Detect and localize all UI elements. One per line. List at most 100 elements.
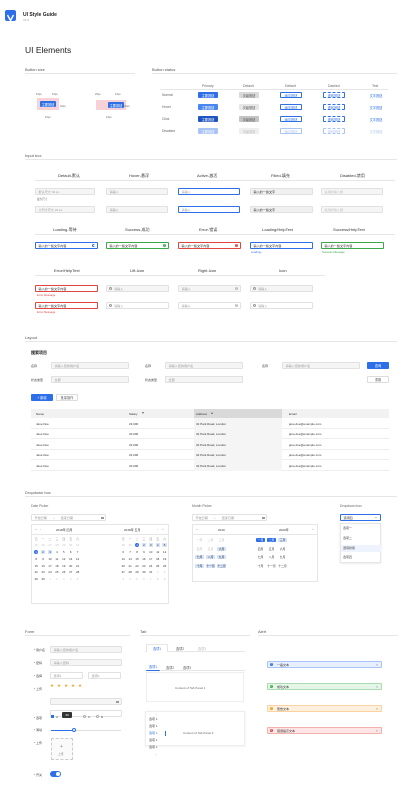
dropdown-option[interactable]: 选项四 (343, 555, 352, 560)
month-cell[interactable]: 五月 (267, 547, 276, 551)
calendar-day[interactable]: 6 (121, 550, 125, 554)
dashed-button-click[interactable]: 虚线按钮 (323, 116, 345, 122)
size-demo-button-1[interactable]: 主要按钮 (40, 101, 56, 107)
month-cell[interactable]: 二月 (267, 538, 276, 542)
calendar-day[interactable]: 12 (162, 550, 166, 554)
month-cell[interactable]: 四月 (195, 547, 204, 551)
month-cell[interactable]: 五月 (206, 547, 215, 551)
calendar-day[interactable]: 28 (55, 543, 59, 547)
month-cell[interactable]: 十二月 (217, 563, 226, 568)
calendar-day[interactable]: 2 (141, 543, 147, 548)
calendar-day[interactable]: 18 (55, 563, 59, 568)
calendar-day[interactable]: 14 (75, 557, 79, 561)
search-name-input-2[interactable]: 请输入您的用户名 (165, 362, 243, 369)
calendar-day[interactable]: 7 (75, 550, 79, 554)
dashed-button-hover[interactable]: 虚线按钮 (323, 104, 345, 110)
input-default-small[interactable]: 小尺寸尺寸 24 px (35, 206, 95, 213)
month-cell[interactable]: 六月 (278, 547, 287, 551)
input-icon[interactable]: 请输入 (250, 285, 313, 292)
th-address[interactable]: Address (196, 412, 207, 416)
calendar-day[interactable]: 16 (41, 563, 45, 568)
radio-c[interactable] (83, 715, 87, 719)
input-loading-help[interactable]: 输入的一些文字内容 (250, 242, 313, 249)
calendar-day[interactable]: 29 (121, 543, 125, 547)
calendar-day[interactable]: 10 (149, 550, 153, 554)
outline-button-click[interactable]: 幽灵按钮 (280, 116, 302, 122)
card-tab-1[interactable]: 选项1 (146, 644, 168, 652)
star-icon[interactable]: ★ (64, 684, 68, 689)
calendar-day[interactable]: 29 (34, 577, 38, 581)
month-cell[interactable]: 十月 (195, 563, 204, 568)
search-button[interactable]: 查询 (367, 362, 389, 369)
calendar-day[interactable]: 29 (62, 543, 66, 547)
month-cell[interactable]: 十二月 (278, 564, 287, 568)
calendar-day[interactable]: 13 (121, 557, 125, 561)
calendar-day[interactable]: 3 (121, 577, 125, 581)
month-cell[interactable]: 九月 (278, 555, 287, 559)
calendar-day[interactable]: 3 (47, 549, 53, 555)
calendar-day[interactable]: 23 (41, 570, 45, 574)
close-icon[interactable]: × (376, 729, 378, 733)
calendar-day[interactable]: 22 (34, 570, 38, 574)
status-select-2[interactable]: 全部 (165, 376, 243, 383)
text-button[interactable]: 文字按钮 (366, 92, 386, 98)
outline-button[interactable]: 幽灵按钮 (280, 92, 302, 98)
batch-button[interactable]: 批量操作 (56, 394, 78, 401)
calendar-day[interactable]: 3 (62, 577, 66, 581)
calendar-day[interactable]: 8 (34, 557, 38, 561)
calendar-day[interactable]: 21 (128, 563, 132, 568)
default-button-hover[interactable]: 次级按钮 (239, 104, 259, 110)
input-filled-small[interactable]: 输入的一些文字 (250, 206, 313, 213)
calendar-day[interactable]: 11 (156, 550, 160, 554)
input-hover[interactable]: 请输入 (106, 188, 168, 195)
calendar-day[interactable]: 9 (41, 557, 45, 561)
input-default[interactable]: 默认尺寸 32 px (35, 188, 95, 195)
reset-button[interactable]: 重置 (367, 376, 389, 383)
month-cell[interactable]: 十月 (256, 564, 265, 568)
month-cell[interactable]: 七月 (256, 555, 265, 559)
calendar-day[interactable]: 9 (142, 550, 146, 554)
input-error-help-2[interactable]: 输入的一些文字内容 (35, 302, 98, 309)
prev-month-icon[interactable]: ‹ (40, 527, 41, 531)
calendar-day[interactable]: 8 (156, 577, 160, 581)
filter-icon[interactable] (142, 412, 144, 414)
chevron-down-icon[interactable]: ⌄ (155, 752, 158, 756)
calendar-day[interactable]: 31 (75, 543, 79, 547)
line-tab-1[interactable]: 选项1 (146, 663, 160, 671)
clear-icon[interactable]: × (235, 304, 238, 307)
th-salary[interactable]: Salary (129, 412, 138, 416)
vtab-item[interactable]: 选项 1 (149, 724, 158, 729)
star-icon[interactable]: ★ (57, 684, 61, 689)
close-icon[interactable]: × (376, 663, 378, 667)
date-range-input[interactable]: 开始日期 ~ 结束日期 (31, 514, 106, 521)
month-cell[interactable]: 三月 (278, 538, 287, 542)
calendar-day[interactable]: 26 (62, 570, 66, 574)
status-select[interactable]: 全部 (51, 376, 129, 383)
calendar-day[interactable]: 4 (155, 543, 160, 548)
calendar-day[interactable]: 6 (69, 550, 73, 554)
calendar-day[interactable]: 10 (48, 557, 52, 561)
calendar-day[interactable]: 25 (55, 570, 59, 574)
calendar-day[interactable]: 20 (69, 563, 73, 568)
search-name-input-3[interactable]: 请输入您的用户名 (282, 362, 360, 369)
size-demo-button-2[interactable]: 主要按钮 (108, 102, 124, 108)
calendar-day[interactable]: 13 (69, 557, 73, 561)
calendar-day[interactable]: 17 (48, 563, 52, 568)
calendar-day[interactable]: 26 (162, 563, 166, 568)
calendar-day[interactable]: 24 (48, 570, 52, 574)
search-name-input[interactable]: 请输入您的用户名 (51, 362, 129, 369)
star-icon[interactable]: ★ (78, 684, 82, 689)
month-cell[interactable]: 九月 (217, 555, 226, 559)
line-tab-2[interactable]: 选项2 (163, 663, 177, 671)
sort-icon[interactable] (211, 412, 213, 414)
primary-button-click[interactable]: 主要按钮 (198, 116, 218, 122)
close-icon[interactable]: × (376, 685, 378, 689)
calendar-day[interactable]: 7 (149, 577, 153, 581)
calendar-day[interactable]: 27 (69, 570, 73, 574)
username-input[interactable]: 请输入您的用户名 (50, 646, 122, 653)
select-2[interactable]: 选项2 (88, 672, 121, 679)
primary-button[interactable]: 主要按钮 (198, 92, 218, 98)
dropdown-option[interactable]: 選項狀態 (343, 546, 355, 551)
calendar-day[interactable]: 27 (48, 543, 52, 547)
calendar-day[interactable]: 4 (128, 577, 132, 581)
